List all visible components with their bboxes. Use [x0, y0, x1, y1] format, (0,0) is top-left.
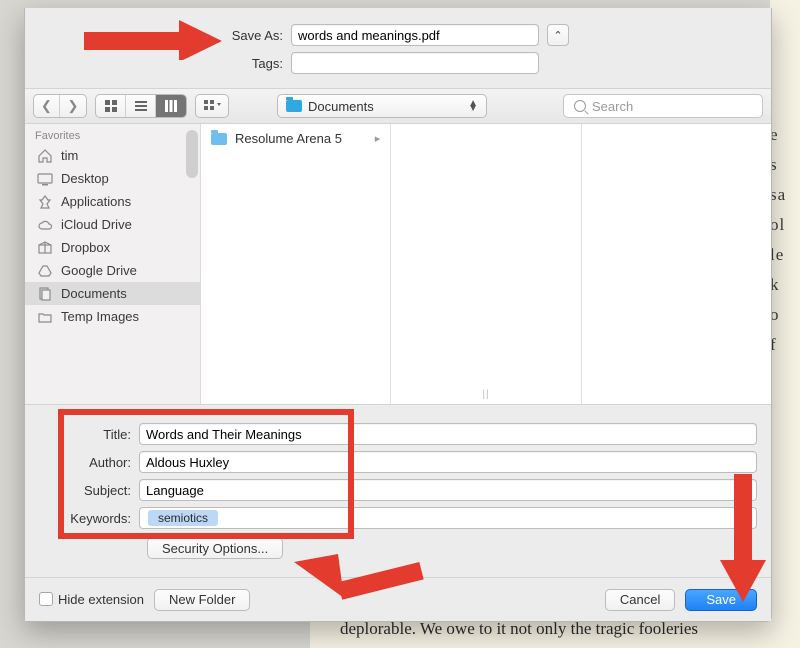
cancel-button[interactable]: Cancel: [605, 589, 675, 611]
sidebar-item-label: Google Drive: [61, 263, 137, 278]
sidebar-item-label: iCloud Drive: [61, 217, 132, 232]
location-popup[interactable]: Documents ▲▼: [277, 94, 487, 118]
save-dialog: Save As: ⌃ Tags: ❮ ❯: [24, 8, 772, 622]
sidebar-item-label: Applications: [61, 194, 131, 209]
sidebar-item-label: tim: [61, 148, 78, 163]
gdrive-icon: [37, 264, 53, 278]
sidebar-item-temp-images[interactable]: Temp Images: [25, 305, 200, 328]
new-folder-button[interactable]: New Folder: [154, 589, 250, 611]
collapse-button[interactable]: ⌃: [547, 24, 569, 46]
security-options-button[interactable]: Security Options...: [147, 537, 283, 559]
folder-icon: [37, 310, 53, 324]
sidebar-item-label: Desktop: [61, 171, 109, 186]
forward-button[interactable]: ❯: [60, 95, 86, 117]
subject-label: Subject:: [39, 483, 139, 498]
sidebar-item-dropbox[interactable]: Dropbox: [25, 236, 200, 259]
sidebar-item-applications[interactable]: Applications: [25, 190, 200, 213]
keywords-label: Keywords:: [39, 511, 139, 526]
folder-item[interactable]: Resolume Arena 5 ▸: [201, 128, 390, 149]
apps-icon: [37, 195, 53, 209]
folder-item-label: Resolume Arena 5: [235, 131, 342, 146]
chevron-left-icon: ❮: [41, 98, 52, 114]
location-label: Documents: [308, 99, 374, 114]
checkbox-icon: [39, 592, 53, 606]
sidebar-item-label: Temp Images: [61, 309, 139, 324]
hide-extension-checkbox[interactable]: Hide extension: [39, 592, 144, 607]
updown-chevron-icon: ▲▼: [468, 101, 478, 111]
sidebar-section-header: Favorites: [25, 124, 200, 144]
cloud-icon: [37, 218, 53, 232]
folder-icon: [211, 133, 227, 145]
folder-icon: [286, 100, 302, 112]
arrange-icon: [203, 99, 221, 113]
sidebar-item-desktop[interactable]: Desktop: [25, 167, 200, 190]
sidebar: Favorites tim Desktop Applications iCloud D…: [25, 124, 201, 404]
author-label: Author:: [39, 455, 139, 470]
sidebar-scrollbar[interactable]: [186, 130, 198, 178]
home-icon: [37, 149, 53, 163]
keyword-token[interactable]: semiotics: [148, 510, 218, 526]
chevron-right-icon: ▸: [375, 132, 381, 145]
background-document-right: e s sa ol le k o f: [770, 0, 800, 648]
desktop-icon: [37, 172, 53, 186]
columns-icon: [164, 99, 178, 113]
column-view-button[interactable]: [156, 95, 186, 117]
docs-icon: [37, 287, 53, 301]
keywords-input[interactable]: semiotics: [139, 507, 757, 529]
hide-extension-label: Hide extension: [58, 592, 144, 607]
arrange-segment: [195, 94, 229, 118]
list-view-button[interactable]: [126, 95, 156, 117]
view-segment: [95, 94, 187, 118]
back-button[interactable]: ❮: [34, 95, 60, 117]
search-field[interactable]: Search: [563, 94, 763, 118]
column-2[interactable]: ||: [391, 124, 581, 404]
author-input[interactable]: [139, 451, 757, 473]
chevron-up-icon: ⌃: [553, 29, 562, 42]
sidebar-item-icloud-drive[interactable]: iCloud Drive: [25, 213, 200, 236]
list-icon: [134, 99, 148, 113]
sidebar-item-tim[interactable]: tim: [25, 144, 200, 167]
grid-icon: [104, 99, 118, 113]
column-1[interactable]: Resolume Arena 5 ▸: [201, 124, 391, 404]
save-as-input[interactable]: [291, 24, 539, 46]
subject-input[interactable]: [139, 479, 757, 501]
pdf-metadata-section: Title: Author: Subject: Keywords: semiot…: [25, 405, 771, 577]
bottom-bar: Hide extension New Folder Cancel Save: [25, 577, 771, 621]
arrange-button[interactable]: [196, 95, 228, 117]
sidebar-item-label: Documents: [61, 286, 127, 301]
tags-label: Tags:: [45, 56, 291, 71]
nav-segment: ❮ ❯: [33, 94, 87, 118]
box-icon: [37, 241, 53, 255]
icon-view-button[interactable]: [96, 95, 126, 117]
search-icon: [574, 100, 586, 112]
chevron-right-icon: ❯: [68, 98, 79, 114]
sidebar-item-documents[interactable]: Documents: [25, 282, 200, 305]
save-button[interactable]: Save: [685, 589, 757, 611]
search-placeholder: Search: [592, 99, 633, 114]
save-as-label: Save As:: [45, 28, 291, 43]
column-resize-handle[interactable]: ||: [482, 389, 489, 400]
tags-input[interactable]: [291, 52, 539, 74]
sidebar-item-google-drive[interactable]: Google Drive: [25, 259, 200, 282]
title-input[interactable]: [139, 423, 757, 445]
file-browser: Favorites tim Desktop Applications iCloud D…: [25, 124, 771, 405]
sidebar-item-label: Dropbox: [61, 240, 110, 255]
browser-toolbar: ❮ ❯ Documents ▲▼ Search: [25, 88, 771, 124]
column-3[interactable]: [582, 124, 771, 404]
title-label: Title:: [39, 427, 139, 442]
